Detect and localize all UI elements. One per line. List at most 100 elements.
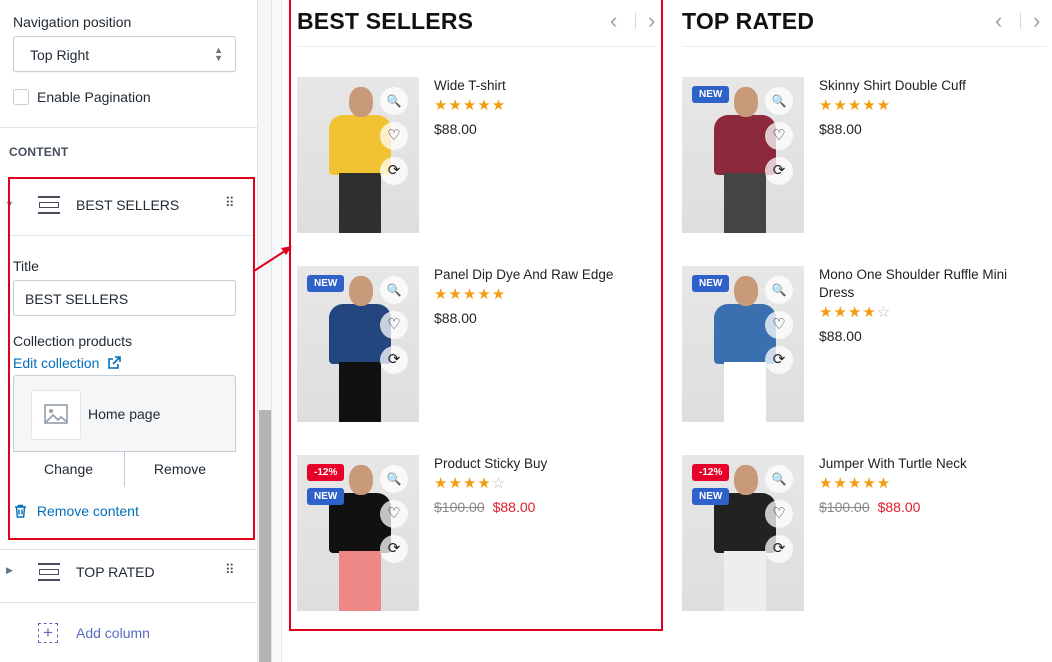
content-heading: CONTENT [9, 145, 69, 159]
nav-position-select[interactable]: Top Right ▲ ▼ [13, 36, 236, 72]
product-price: $88.00 [819, 121, 862, 137]
scrollbar-thumb[interactable] [259, 410, 271, 662]
heart-icon[interactable]: ♡ [765, 311, 793, 339]
nav-separator [635, 13, 636, 29]
product-card[interactable]: 🔍 ♡ ⟳ Wide T-shirt ★★★★★ $88.00 [297, 77, 657, 237]
compare-icon[interactable]: ⟳ [765, 346, 793, 374]
heart-icon[interactable]: ♡ [765, 500, 793, 528]
old-price: $100.00 [434, 499, 485, 515]
model-legs [339, 551, 381, 611]
enable-pagination-checkbox[interactable] [13, 89, 29, 105]
product-name[interactable]: Wide T-shirt [434, 77, 634, 95]
divider [0, 127, 258, 128]
model-head [349, 87, 373, 117]
current-price: $88.00 [819, 121, 862, 137]
rating-stars: ★★★★★ [434, 97, 507, 114]
badge-new: NEW [307, 488, 345, 505]
current-price: $88.00 [434, 121, 477, 137]
search-icon[interactable]: 🔍 [380, 465, 408, 493]
block-icon [38, 563, 60, 581]
prev-arrow-icon[interactable]: ‹ [995, 10, 1002, 32]
model-legs [339, 362, 381, 422]
add-column-button[interactable]: Add column [0, 612, 258, 652]
column-title: TOP RATED [682, 8, 815, 34]
model-head [349, 276, 373, 306]
add-block-icon [38, 623, 58, 643]
rating-stars: ★★★★☆ [434, 475, 507, 492]
preview-gutter [272, 0, 282, 662]
column-divider [297, 46, 657, 47]
rating-stars: ★★★★★ [819, 97, 892, 114]
nav-position-value: Top Right [30, 47, 90, 63]
model-head [734, 87, 758, 117]
product-image[interactable]: 🔍 ♡ ⟳ NEW [682, 266, 804, 422]
product-card[interactable]: 🔍 ♡ ⟳ NEW Skinny Shirt Double Cuff ★★★★★ $88.0… [682, 77, 1042, 237]
compare-icon[interactable]: ⟳ [380, 346, 408, 374]
empty-star-icon: ☆ [491, 475, 507, 492]
prev-arrow-icon[interactable]: ‹ [610, 10, 617, 32]
product-name[interactable]: Panel Dip Dye And Raw Edge [434, 266, 634, 284]
heart-icon[interactable]: ♡ [380, 311, 408, 339]
old-price: $100.00 [819, 499, 870, 515]
product-name[interactable]: Product Sticky Buy [434, 455, 634, 473]
model-legs [724, 362, 766, 422]
product-card[interactable]: 🔍 ♡ ⟳ NEW Panel Dip Dye And Raw Edge ★★★★★ $88… [297, 266, 657, 426]
block-label: TOP RATED [76, 564, 155, 580]
product-name[interactable]: Mono One Shoulder Ruffle Mini Dress [819, 266, 1019, 302]
next-arrow-icon[interactable]: › [1033, 10, 1040, 32]
select-arrows-icon: ▲ ▼ [214, 45, 223, 63]
highlight-box-settings [8, 177, 255, 540]
badge-sale: -12% [307, 464, 345, 481]
add-column-label: Add column [76, 625, 150, 641]
compare-icon[interactable]: ⟳ [765, 157, 793, 185]
divider [0, 602, 258, 603]
search-icon[interactable]: 🔍 [380, 87, 408, 115]
model-head [734, 276, 758, 306]
expand-caret-icon[interactable]: ▶ [6, 565, 13, 576]
model-legs [339, 173, 381, 233]
rating-stars: ★★★★★ [819, 475, 892, 492]
badge-new: NEW [692, 488, 730, 505]
product-price: $88.00 [434, 310, 477, 326]
product-name[interactable]: Jumper With Turtle Neck [819, 455, 1019, 473]
model-head [349, 465, 373, 495]
screen: { "sidebar": { "nav_position_label": "Na… [0, 0, 1052, 662]
model-legs [724, 551, 766, 611]
product-card[interactable]: 🔍 ♡ ⟳ -12% NEW Product Sticky Buy ★★★★☆ $100.00… [297, 455, 657, 615]
badge-new: NEW [692, 86, 730, 103]
compare-icon[interactable]: ⟳ [765, 535, 793, 563]
product-image[interactable]: 🔍 ♡ ⟳ -12% NEW [682, 455, 804, 611]
highlight-arrow [253, 246, 292, 272]
product-card[interactable]: 🔍 ♡ ⟳ -12% NEW Jumper With Turtle Neck ★★★★★ $1… [682, 455, 1042, 615]
product-card[interactable]: 🔍 ♡ ⟳ NEW Mono One Shoulder Ruffle Mini Dres… [682, 266, 1042, 426]
compare-icon[interactable]: ⟳ [380, 157, 408, 185]
product-price: $88.00 [434, 121, 477, 137]
product-image[interactable]: 🔍 ♡ ⟳ [297, 77, 419, 233]
search-icon[interactable]: 🔍 [380, 276, 408, 304]
next-arrow-icon[interactable]: › [648, 10, 655, 32]
product-image[interactable]: 🔍 ♡ ⟳ NEW [682, 77, 804, 233]
product-image[interactable]: 🔍 ♡ ⟳ NEW [297, 266, 419, 422]
block-top-rated-header[interactable]: ▶ TOP RATED ⠿ [0, 552, 258, 600]
nav-position-label: Navigation position [13, 14, 132, 30]
nav-separator [1020, 13, 1021, 29]
rating-stars: ★★★★★ [434, 286, 507, 303]
search-icon[interactable]: 🔍 [765, 465, 793, 493]
compare-icon[interactable]: ⟳ [380, 535, 408, 563]
product-price: $88.00 [819, 328, 862, 344]
heart-icon[interactable]: ♡ [765, 122, 793, 150]
search-icon[interactable]: 🔍 [765, 87, 793, 115]
product-image[interactable]: 🔍 ♡ ⟳ -12% NEW [297, 455, 419, 611]
enable-pagination-label: Enable Pagination [37, 89, 151, 105]
badge-new: NEW [692, 275, 730, 292]
product-price: $100.00 $88.00 [434, 499, 535, 515]
rating-stars: ★★★★☆ [819, 304, 892, 321]
empty-star-icon: ☆ [876, 304, 892, 321]
product-price: $100.00 $88.00 [819, 499, 920, 515]
search-icon[interactable]: 🔍 [765, 276, 793, 304]
product-name[interactable]: Skinny Shirt Double Cuff [819, 77, 1019, 95]
drag-handle-icon[interactable]: ⠿ [225, 563, 235, 576]
heart-icon[interactable]: ♡ [380, 122, 408, 150]
heart-icon[interactable]: ♡ [380, 500, 408, 528]
current-price: $88.00 [819, 328, 862, 344]
